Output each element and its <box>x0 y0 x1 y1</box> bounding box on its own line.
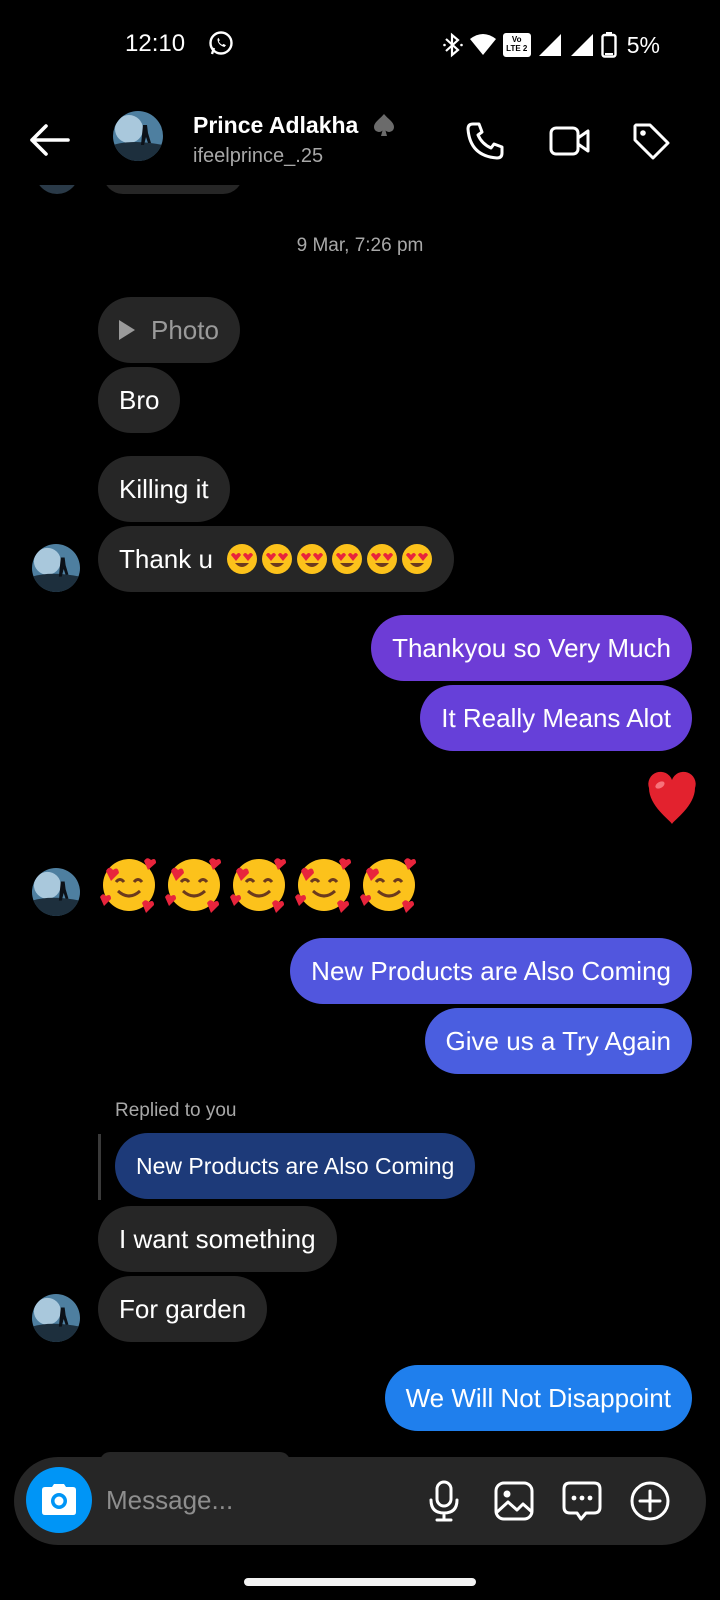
spade-icon <box>374 114 394 136</box>
contact-username[interactable]: ifeelprince_.25 <box>193 145 323 168</box>
home-indicator[interactable] <box>244 1578 476 1586</box>
sent-message[interactable]: It Really Means Alot <box>420 685 692 751</box>
reply-quote-text: New Products are Also Coming <box>136 1152 455 1179</box>
bluetooth-icon <box>442 32 463 58</box>
message-text: Thank u <box>119 543 213 574</box>
message-composer: Message... <box>14 1457 706 1545</box>
smiling-face-with-hearts-emoji-icon <box>360 858 416 913</box>
smiling-face-with-hearts-emoji-icon <box>100 858 156 913</box>
photo-message[interactable]: Photo <box>98 297 240 363</box>
message-bro[interactable]: Bro <box>98 367 181 433</box>
wifi-icon <box>469 34 496 55</box>
tag-icon[interactable] <box>630 120 672 162</box>
heart-eyes-emoji-icon <box>296 544 327 574</box>
smiling-face-with-hearts-emoji-icon <box>230 858 286 913</box>
avatar[interactable] <box>32 1294 80 1342</box>
message-text: For garden <box>119 1293 247 1324</box>
red-heart-emoji-icon[interactable] <box>645 770 699 826</box>
battery-icon <box>601 32 617 58</box>
video-call-icon[interactable] <box>548 120 590 162</box>
avatar-image <box>113 111 163 161</box>
volte-icon: Vo LTE 2 <box>502 33 531 57</box>
heart-eyes-emoji-icon <box>226 544 257 574</box>
smiling-face-with-hearts-emoji-icon <box>165 858 221 913</box>
message-text: Give us a Try Again <box>445 1025 671 1056</box>
camera-icon <box>42 1484 76 1515</box>
signal-icon-1 <box>538 34 561 56</box>
status-icons: Vo LTE 2 5% <box>442 30 660 60</box>
reply-quote[interactable]: New Products are Also Coming <box>115 1133 476 1199</box>
avatar-image <box>32 868 80 916</box>
message-text: New Products are Also Coming <box>311 955 671 986</box>
message-text: Thankyou so Very Much <box>392 632 671 663</box>
status-bar: 12:10 Vo LTE 2 5% <box>0 0 720 90</box>
status-time: 12:10 <box>125 30 186 57</box>
camera-button[interactable] <box>26 1467 92 1533</box>
volte-label: Vo LTE 2 <box>506 35 528 53</box>
message-thank-u[interactable]: Thank u <box>98 526 454 592</box>
message-for-garden[interactable]: For garden <box>98 1276 268 1342</box>
message-text: Killing it <box>119 473 209 504</box>
add-plus-icon[interactable] <box>628 1479 672 1523</box>
sent-message[interactable]: We Will Not Disappoint <box>384 1365 692 1431</box>
back-arrow-icon[interactable] <box>28 123 70 157</box>
photo-label: Photo <box>151 314 219 345</box>
heart-eyes-emoji-icon <box>401 544 432 574</box>
gallery-icon[interactable] <box>492 1479 536 1523</box>
play-icon <box>119 320 135 340</box>
avatar-image <box>32 544 80 592</box>
sent-message[interactable]: New Products are Also Coming <box>290 938 692 1004</box>
message-text: I want something <box>119 1223 316 1254</box>
whatsapp-icon <box>209 31 233 55</box>
avatar-image <box>32 1294 80 1342</box>
message-i-want-something[interactable]: I want something <box>98 1206 337 1272</box>
heart-eyes-emoji-icon <box>261 544 292 574</box>
message-text: It Really Means Alot <box>441 702 671 733</box>
heart-eyes-emoji-icon <box>331 544 362 574</box>
contact-name[interactable]: Prince Adlakha <box>193 112 358 139</box>
sticker-chat-icon[interactable] <box>560 1479 604 1523</box>
sent-message[interactable]: Thankyou so Very Much <box>371 615 692 681</box>
microphone-icon[interactable] <box>422 1479 466 1523</box>
battery-percent: 5% <box>626 31 660 58</box>
chat-timestamp: 9 Mar, 7:26 pm <box>296 235 424 256</box>
message-text: We Will Not Disappoint <box>405 1382 671 1413</box>
emoji-message[interactable] <box>98 853 421 916</box>
message-text: Bro <box>119 384 160 415</box>
reply-quote-bar <box>98 1134 101 1200</box>
avatar[interactable] <box>32 544 80 592</box>
sent-message[interactable]: Give us a Try Again <box>424 1008 692 1074</box>
avatar[interactable] <box>113 111 163 161</box>
chat-header: Prince Adlakha ifeelprince_.25 <box>0 95 720 185</box>
heart-eyes-emoji-icon <box>366 544 397 574</box>
message-input[interactable]: Message... <box>106 1485 233 1516</box>
signal-icon-2 <box>570 34 593 56</box>
message-killing-it[interactable]: Killing it <box>98 456 230 522</box>
phone-call-icon[interactable] <box>464 120 506 162</box>
dm-screen: 12:10 Vo LTE 2 5% Prince Adlakha ifeelpr… <box>0 0 720 1600</box>
replied-to-you-label: Replied to you <box>115 1100 237 1121</box>
avatar[interactable] <box>32 868 80 916</box>
smiling-face-with-hearts-emoji-icon <box>295 858 351 913</box>
